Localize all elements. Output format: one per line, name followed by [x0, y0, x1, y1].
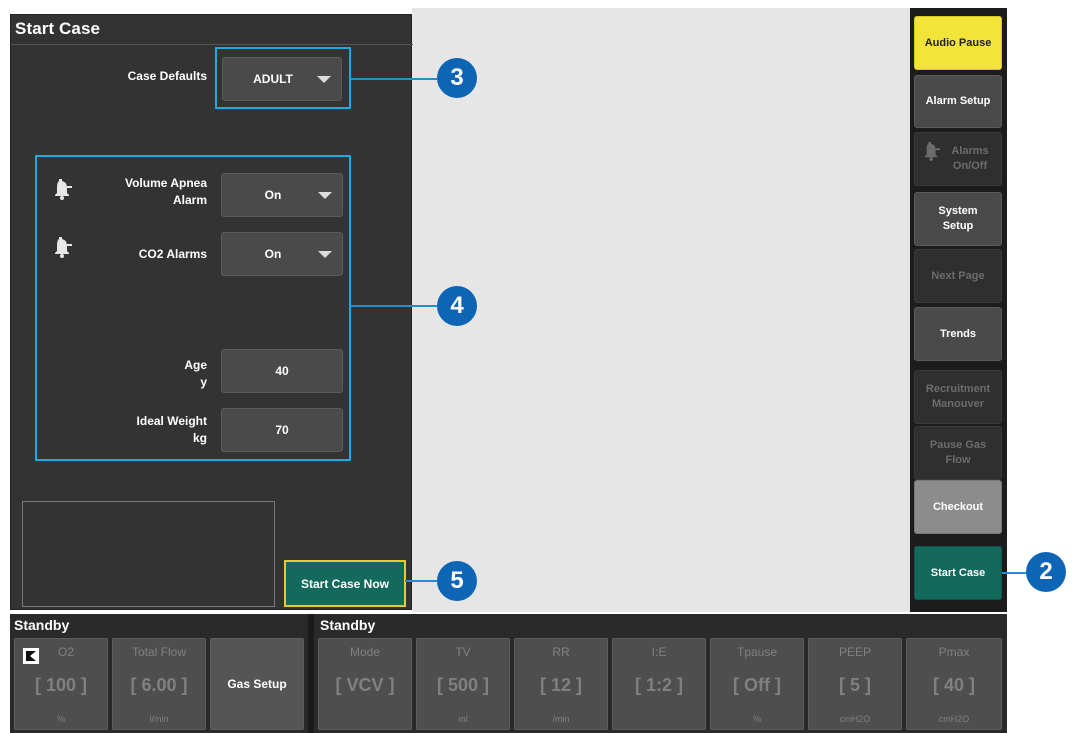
- callout-4: 4: [437, 286, 477, 326]
- bottom-status-bar: Standby Standby O2 [ 100 ] % Total Flow …: [10, 614, 1007, 733]
- case-defaults-label: Case Defaults: [127, 69, 207, 83]
- callout-5: 5: [437, 561, 477, 601]
- alarm-bell-icon: [924, 142, 941, 161]
- alarm-setup-button[interactable]: Alarm Setup: [914, 75, 1002, 128]
- recruitment-manouver-button[interactable]: Recruitment Manouver: [914, 370, 1002, 424]
- message-area: [22, 501, 275, 607]
- pmax-tile[interactable]: Pmax [ 40 ] cmH2O: [906, 638, 1002, 730]
- right-sidebar: Audio Pause Alarm Setup Alarms On/Off Sy…: [910, 8, 1007, 612]
- pause-gas-flow-button[interactable]: Pause Gas Flow: [914, 426, 1002, 480]
- callout-3-connector: [351, 78, 437, 80]
- gas-setup-button[interactable]: Gas Setup: [210, 638, 304, 730]
- callout-3: 3: [437, 58, 477, 98]
- callout-2: 2: [1026, 552, 1066, 592]
- alarms-onoff-button[interactable]: Alarms On/Off: [914, 132, 1002, 186]
- tv-tile[interactable]: TV [ 500 ] ml: [416, 638, 510, 730]
- peep-tile[interactable]: PEEP [ 5 ] cmH2O: [808, 638, 902, 730]
- screen: Start Case Case Defaults ADULT Volume Ap…: [0, 0, 1075, 733]
- o2-tile[interactable]: O2 [ 100 ] %: [14, 638, 108, 730]
- system-setup-button[interactable]: System Setup: [914, 192, 1002, 246]
- title-divider: [11, 44, 413, 45]
- workspace-background: [412, 8, 910, 612]
- mode-tile[interactable]: Mode [ VCV ]: [318, 638, 412, 730]
- panel-title: Start Case: [15, 19, 101, 38]
- total-flow-tile[interactable]: Total Flow [ 6.00 ] l/min: [112, 638, 206, 730]
- tpause-tile[interactable]: Tpause [ Off ] %: [710, 638, 804, 730]
- alarms-settings-highlight: [35, 155, 351, 461]
- bottom-divider: [308, 614, 314, 733]
- next-page-button[interactable]: Next Page: [914, 249, 1002, 303]
- start-case-now-button[interactable]: Start Case Now: [284, 560, 406, 607]
- callout-2-connector: [1002, 572, 1026, 574]
- trends-button[interactable]: Trends: [914, 307, 1002, 361]
- left-standby-header: Standby: [14, 617, 70, 633]
- rr-tile[interactable]: RR [ 12 ] /min: [514, 638, 608, 730]
- callout-5-connector: [405, 580, 437, 582]
- right-standby-header: Standby: [320, 617, 376, 633]
- callout-4-connector: [351, 305, 437, 307]
- case-defaults-highlight: [215, 47, 351, 109]
- audio-pause-button[interactable]: Audio Pause: [914, 16, 1002, 70]
- start-case-button[interactable]: Start Case: [914, 546, 1002, 600]
- ie-tile[interactable]: I:E [ 1:2 ]: [612, 638, 706, 730]
- checkout-button[interactable]: Checkout: [914, 480, 1002, 534]
